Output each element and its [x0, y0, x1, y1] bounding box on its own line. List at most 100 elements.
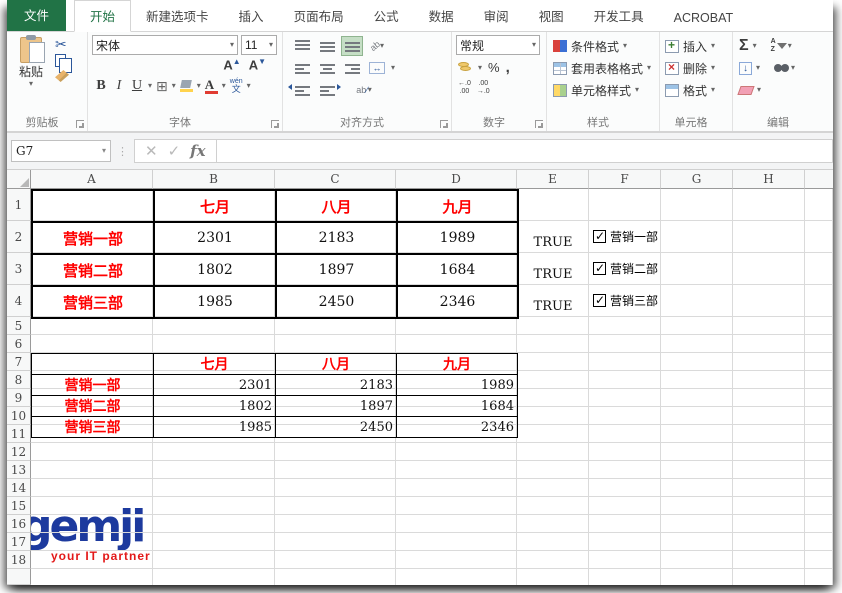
- decrease-indent-button[interactable]: [291, 80, 313, 100]
- chevron-down-icon[interactable]: ▾: [247, 82, 251, 90]
- value-cell[interactable]: 1684: [397, 254, 518, 286]
- wrap-text-button[interactable]: ab∕▾: [353, 80, 375, 100]
- row-header-partial[interactable]: [7, 569, 31, 585]
- value-cell[interactable]: 2183: [276, 222, 397, 254]
- row-header-4[interactable]: 4: [7, 285, 31, 317]
- cell-styles-button[interactable]: 单元格样式▾: [553, 79, 657, 101]
- value-cell[interactable]: 1985: [154, 286, 276, 318]
- month-header-cell[interactable]: 九月: [397, 190, 518, 222]
- increase-indent-button[interactable]: [316, 80, 338, 100]
- copy-icon[interactable]: [55, 54, 66, 67]
- font-size-combobox[interactable]: 11 ▾: [241, 35, 277, 55]
- align-top-button[interactable]: [291, 36, 313, 56]
- autosum-button[interactable]: Σ: [739, 38, 749, 54]
- checkbox-checked-icon[interactable]: [593, 294, 606, 307]
- value-cell[interactable]: 2450: [276, 417, 397, 438]
- row-header-8[interactable]: 8: [7, 371, 31, 389]
- value-cell[interactable]: 2346: [397, 286, 518, 318]
- font-color-icon[interactable]: A: [205, 78, 218, 94]
- delete-cells-button[interactable]: 删除▾: [665, 57, 730, 79]
- chevron-down-icon[interactable]: ▾: [197, 82, 201, 90]
- chevron-down-icon[interactable]: ▾: [757, 86, 761, 94]
- tab-数据[interactable]: 数据: [414, 1, 469, 31]
- font-name-combobox[interactable]: 宋体 ▾: [92, 35, 238, 55]
- insert-cells-button[interactable]: 插入▾: [665, 35, 730, 57]
- merge-center-button[interactable]: ↔: [366, 58, 388, 78]
- enter-icon[interactable]: ✓: [168, 142, 181, 160]
- dept-cell[interactable]: 营销二部: [32, 396, 154, 417]
- chevron-down-icon[interactable]: ▾: [148, 82, 152, 90]
- chevron-down-icon[interactable]: ▾: [478, 64, 482, 72]
- phonetic-guide-icon[interactable]: wén 文: [230, 78, 243, 94]
- row-header-14[interactable]: 14: [7, 479, 31, 497]
- dept-cell[interactable]: 营销二部: [32, 254, 154, 286]
- row-header-16[interactable]: 16: [7, 515, 31, 533]
- format-cells-button[interactable]: 格式▾: [665, 79, 730, 101]
- borders-icon[interactable]: ⊞: [156, 79, 168, 93]
- increase-font-icon[interactable]: A▲: [223, 57, 240, 72]
- chevron-down-icon[interactable]: ▾: [222, 82, 226, 90]
- column-header-F[interactable]: F: [589, 170, 661, 189]
- row-header-5[interactable]: 5: [7, 317, 31, 335]
- font-dialog-launcher-icon[interactable]: [271, 120, 279, 128]
- value-cell[interactable]: 2183: [276, 375, 397, 396]
- name-box[interactable]: G7 ▾: [11, 140, 111, 162]
- sort-filter-button[interactable]: AZ ▾: [771, 38, 792, 53]
- blank-cell[interactable]: [32, 190, 154, 222]
- italic-button[interactable]: I: [112, 78, 126, 94]
- true-flag-cell[interactable]: TRUE: [517, 235, 589, 250]
- month-header-cell[interactable]: 七月: [154, 190, 276, 222]
- row-header-10[interactable]: 10: [7, 407, 31, 425]
- tab-新建选项卡[interactable]: 新建选项卡: [131, 1, 224, 31]
- value-cell[interactable]: 1802: [154, 254, 276, 286]
- formula-bar-splitter[interactable]: ⋮: [117, 145, 128, 158]
- tab-开发工具[interactable]: 开发工具: [579, 1, 659, 31]
- blank-cell[interactable]: [32, 354, 154, 375]
- tab-公式[interactable]: 公式: [359, 1, 414, 31]
- value-cell[interactable]: 1989: [397, 222, 518, 254]
- true-flag-cell[interactable]: TRUE: [517, 299, 589, 314]
- cancel-icon[interactable]: ✕: [145, 142, 158, 160]
- chevron-down-icon[interactable]: ▾: [102, 147, 106, 155]
- value-cell[interactable]: 1802: [154, 396, 276, 417]
- comma-style-button[interactable]: ,: [506, 59, 510, 76]
- row-header-2[interactable]: 2: [7, 221, 31, 253]
- checkbox-checked-icon[interactable]: [593, 230, 606, 243]
- cut-icon[interactable]: ✂: [55, 37, 72, 51]
- insert-function-icon[interactable]: fx: [190, 142, 205, 160]
- value-cell[interactable]: 1684: [397, 396, 518, 417]
- chevron-down-icon[interactable]: ▾: [29, 80, 33, 88]
- find-select-button[interactable]: ▾: [774, 63, 795, 73]
- bold-button[interactable]: B: [94, 78, 108, 94]
- column-header-C[interactable]: C: [275, 170, 396, 189]
- row-header-9[interactable]: 9: [7, 389, 31, 407]
- row-header-11[interactable]: 11: [7, 425, 31, 443]
- underline-button[interactable]: U: [130, 78, 144, 94]
- decrease-decimal-button[interactable]: .00 →.0: [477, 80, 490, 95]
- align-bottom-button[interactable]: [341, 36, 363, 56]
- tab-插入[interactable]: 插入: [224, 1, 279, 31]
- select-all-corner[interactable]: [7, 170, 31, 189]
- tab-开始[interactable]: 开始: [74, 0, 131, 32]
- clear-button-eraser-icon[interactable]: [737, 86, 754, 95]
- dept-cell[interactable]: 营销一部: [32, 375, 154, 396]
- value-cell[interactable]: 1897: [276, 254, 397, 286]
- accounting-format-icon[interactable]: [458, 62, 472, 74]
- row-header-12[interactable]: 12: [7, 443, 31, 461]
- row-header-1[interactable]: 1: [7, 189, 31, 221]
- column-header-G[interactable]: G: [661, 170, 733, 189]
- percent-style-button[interactable]: %: [488, 60, 500, 75]
- column-header-B[interactable]: B: [153, 170, 275, 189]
- column-header-H[interactable]: H: [733, 170, 805, 189]
- column-header-A[interactable]: A: [31, 170, 153, 189]
- checkbox-营销三部[interactable]: 营销三部: [593, 292, 658, 309]
- fill-color-icon[interactable]: [180, 80, 193, 92]
- tab-审阅[interactable]: 审阅: [469, 1, 524, 31]
- row-header-6[interactable]: 6: [7, 335, 31, 353]
- chevron-down-icon[interactable]: ▾: [391, 64, 395, 72]
- tab-视图[interactable]: 视图: [524, 1, 579, 31]
- number-dialog-launcher-icon[interactable]: [535, 120, 543, 128]
- month-header-cell[interactable]: 九月: [397, 354, 518, 375]
- fill-button[interactable]: ↓: [739, 62, 752, 75]
- align-right-button[interactable]: [341, 58, 363, 78]
